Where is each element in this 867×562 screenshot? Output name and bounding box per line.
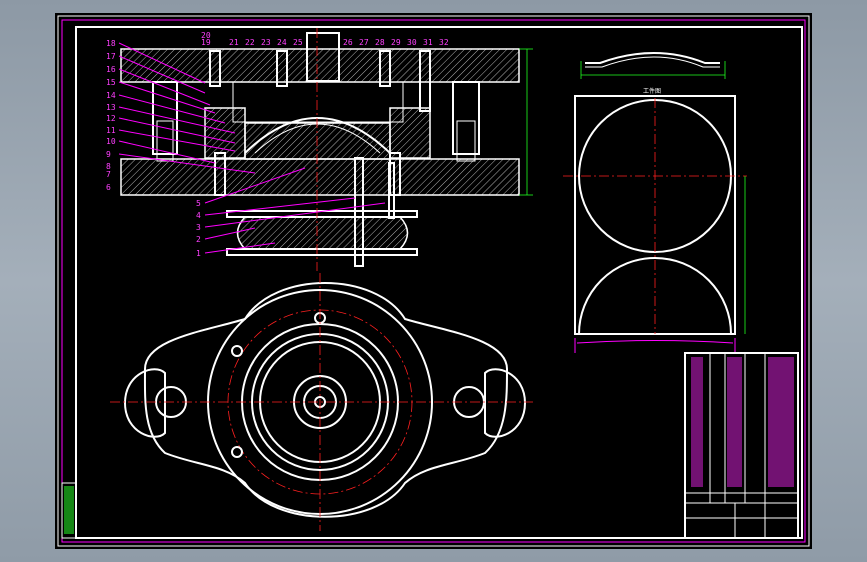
ejector-plate-bottom xyxy=(226,248,418,256)
part-label: 10 xyxy=(106,137,116,146)
die-section-view xyxy=(120,28,533,271)
part-label: 27 xyxy=(359,38,369,47)
part-label: 28 xyxy=(375,38,385,47)
parts-list-names xyxy=(691,357,703,487)
part-label: 3 xyxy=(196,223,201,232)
cad-drawing: 20 19 21 22 23 24 25 26 27 28 29 30 31 3… xyxy=(57,15,810,547)
upper-die-plate xyxy=(120,48,520,83)
part-label: 26 xyxy=(343,38,353,47)
part-label: 12 xyxy=(106,114,116,123)
punch-holder xyxy=(232,81,404,123)
strip-layout xyxy=(563,95,747,353)
part-label: 5 xyxy=(196,199,201,208)
workpiece-label: 工件图 xyxy=(643,87,661,95)
lower-die-plate xyxy=(120,158,520,196)
part-label: 24 xyxy=(277,38,287,47)
part-label: 31 xyxy=(423,38,433,47)
title-block xyxy=(684,352,799,539)
drawing-die xyxy=(244,122,391,160)
part-label: 6 xyxy=(106,183,111,192)
part-label: 30 xyxy=(407,38,417,47)
stripper-block-right xyxy=(389,107,431,159)
part-label: 15 xyxy=(106,78,116,87)
bolt-hole-left-upper xyxy=(231,345,243,357)
part-label: 29 xyxy=(391,38,401,47)
revision-block xyxy=(61,482,77,539)
part-label: 9 xyxy=(106,150,111,159)
die-plan-view xyxy=(110,273,533,531)
part-label: 21 xyxy=(229,38,239,47)
part-label: 1 xyxy=(196,249,201,258)
workpiece-drawing: 工件图 xyxy=(580,52,726,95)
bolt-hole-left-lower xyxy=(231,446,243,458)
rubber-spring xyxy=(236,216,409,250)
part-label: 18 xyxy=(106,39,116,48)
workpiece-profile xyxy=(585,52,720,64)
part-label: 32 xyxy=(439,38,449,47)
part-label: 4 xyxy=(196,211,201,220)
part-label: 19 xyxy=(201,38,211,47)
part-label: 7 xyxy=(106,170,111,179)
part-label: 14 xyxy=(106,91,116,100)
part-label: 17 xyxy=(106,52,116,61)
stripper-block-left xyxy=(204,107,246,159)
cad-drawing-viewport[interactable]: 20 19 21 22 23 24 25 26 27 28 29 30 31 3… xyxy=(55,13,812,549)
part-label: 13 xyxy=(106,103,116,112)
part-label: 25 xyxy=(293,38,303,47)
part-label: 16 xyxy=(106,65,116,74)
part-label: 23 xyxy=(261,38,271,47)
part-label: 2 xyxy=(196,235,201,244)
part-label: 22 xyxy=(245,38,255,47)
part-label: 11 xyxy=(106,126,116,135)
